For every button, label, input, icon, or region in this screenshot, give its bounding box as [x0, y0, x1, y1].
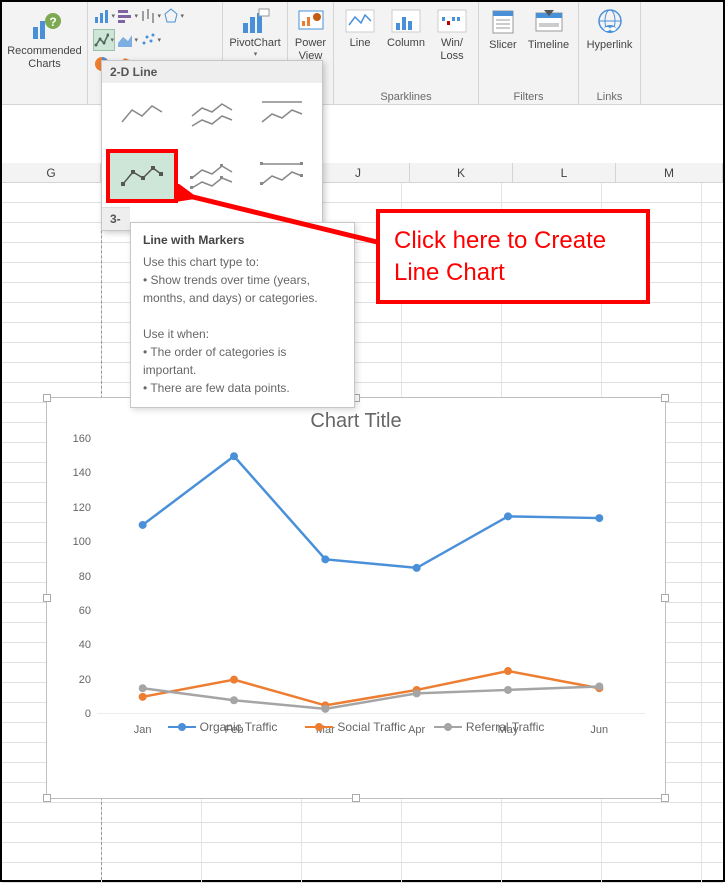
- tooltip-bullet-3: • There are few data points.: [143, 379, 342, 397]
- y-tick: 120: [73, 502, 91, 514]
- hyperlink-button[interactable]: Hyperlink: [583, 5, 637, 54]
- hyperlink-label: Hyperlink: [587, 39, 633, 52]
- x-tick: Feb: [188, 724, 279, 736]
- sparkline-line-button[interactable]: Line: [339, 5, 381, 65]
- annotation-callout: Click here to Create Line Chart: [376, 209, 650, 304]
- chart-type-100-stacked-line[interactable]: [248, 89, 316, 139]
- chart-data-marker[interactable]: [230, 452, 238, 460]
- tooltip-intro: Use this chart type to:: [143, 253, 342, 271]
- chart-data-marker[interactable]: [413, 564, 421, 572]
- chart-type-line[interactable]: [108, 89, 176, 139]
- chart-type-stacked-line[interactable]: [178, 89, 246, 139]
- chart-type-tooltip: Line with Markers Use this chart type to…: [130, 222, 355, 408]
- chart-data-marker[interactable]: [413, 689, 421, 697]
- bar-chart-dropdown[interactable]: ▾: [116, 5, 138, 27]
- gallery-header-2d-line: 2-D Line: [102, 61, 322, 83]
- chart-data-marker[interactable]: [139, 693, 147, 701]
- y-tick: 20: [79, 674, 91, 686]
- chart-data-marker[interactable]: [595, 683, 603, 691]
- chart-data-marker[interactable]: [595, 514, 603, 522]
- tooltip-bullet-2: • The order of categories is important.: [143, 343, 342, 379]
- embedded-chart[interactable]: Chart Title 020406080100120140160 JanFeb…: [46, 397, 666, 799]
- column-chart-dropdown[interactable]: ▾: [93, 5, 115, 27]
- chart-data-marker[interactable]: [504, 686, 512, 694]
- chart-y-axis[interactable]: 020406080100120140160: [67, 439, 95, 714]
- chart-data-marker[interactable]: [230, 676, 238, 684]
- line-chart-dropdown[interactable]: ▾: [93, 29, 115, 51]
- area-chart-dropdown[interactable]: ▾: [116, 29, 138, 51]
- annotation-arrow: [177, 184, 382, 246]
- chart-data-marker[interactable]: [321, 555, 329, 563]
- col-header-g[interactable]: G: [2, 163, 101, 182]
- tooltip-bullet-1: • Show trends over time (years, months, …: [143, 271, 342, 307]
- y-tick: 100: [73, 536, 91, 548]
- timeline-button[interactable]: Timeline: [524, 5, 573, 54]
- y-tick: 40: [79, 639, 91, 651]
- chart-data-marker[interactable]: [504, 512, 512, 520]
- recommended-charts-label: Recommended Charts: [7, 45, 82, 71]
- chart-series-line[interactable]: [143, 456, 600, 568]
- sparkline-line-label: Line: [350, 37, 371, 50]
- sparkline-winloss-label: Win/ Loss: [440, 37, 463, 63]
- annotation-text: Click here to Create Line Chart: [394, 225, 632, 287]
- links-group-label: Links: [597, 88, 623, 103]
- x-tick: May: [462, 724, 553, 736]
- sparkline-column-button[interactable]: Column: [383, 5, 429, 65]
- svg-text:?: ?: [49, 15, 56, 29]
- pivotchart-button[interactable]: PivotChart ▾: [225, 5, 284, 60]
- pivotchart-label: PivotChart: [229, 37, 280, 50]
- chart-lines[interactable]: [97, 439, 645, 714]
- recommended-charts-button[interactable]: ? Recommended Charts: [3, 5, 86, 73]
- col-header-l[interactable]: L: [513, 163, 616, 182]
- radar-chart-dropdown[interactable]: ▾: [162, 5, 184, 27]
- scatter-chart-dropdown[interactable]: ▾: [139, 29, 161, 51]
- y-tick: 0: [85, 708, 91, 720]
- chart-type-line-with-markers[interactable]: [108, 151, 176, 201]
- power-view-button[interactable]: Power View: [291, 5, 331, 65]
- sparklines-group-label: Sparklines: [380, 88, 431, 103]
- y-tick: 140: [73, 467, 91, 479]
- chart-data-marker[interactable]: [139, 521, 147, 529]
- col-header-m[interactable]: M: [616, 163, 723, 182]
- sparkline-column-label: Column: [387, 37, 425, 50]
- x-tick: Jun: [554, 724, 645, 736]
- chart-plot-area[interactable]: 020406080100120140160 JanFebMarAprMayJun: [97, 439, 645, 714]
- chart-data-marker[interactable]: [230, 696, 238, 704]
- y-tick: 80: [79, 571, 91, 583]
- y-tick: 60: [79, 605, 91, 617]
- filters-group-label: Filters: [514, 88, 544, 103]
- sparkline-winloss-button[interactable]: Win/ Loss: [431, 5, 473, 65]
- tooltip-use-when: Use it when:: [143, 325, 342, 343]
- slicer-button[interactable]: Slicer: [484, 5, 522, 54]
- chart-data-marker[interactable]: [139, 684, 147, 692]
- stock-chart-dropdown[interactable]: ▾: [139, 5, 161, 27]
- chart-data-marker[interactable]: [321, 705, 329, 713]
- chart-data-marker[interactable]: [504, 667, 512, 675]
- col-header-k[interactable]: K: [410, 163, 513, 182]
- gallery-header-3d-line: 3-: [102, 207, 130, 230]
- timeline-label: Timeline: [528, 39, 569, 52]
- y-tick: 160: [73, 433, 91, 445]
- slicer-label: Slicer: [489, 39, 517, 52]
